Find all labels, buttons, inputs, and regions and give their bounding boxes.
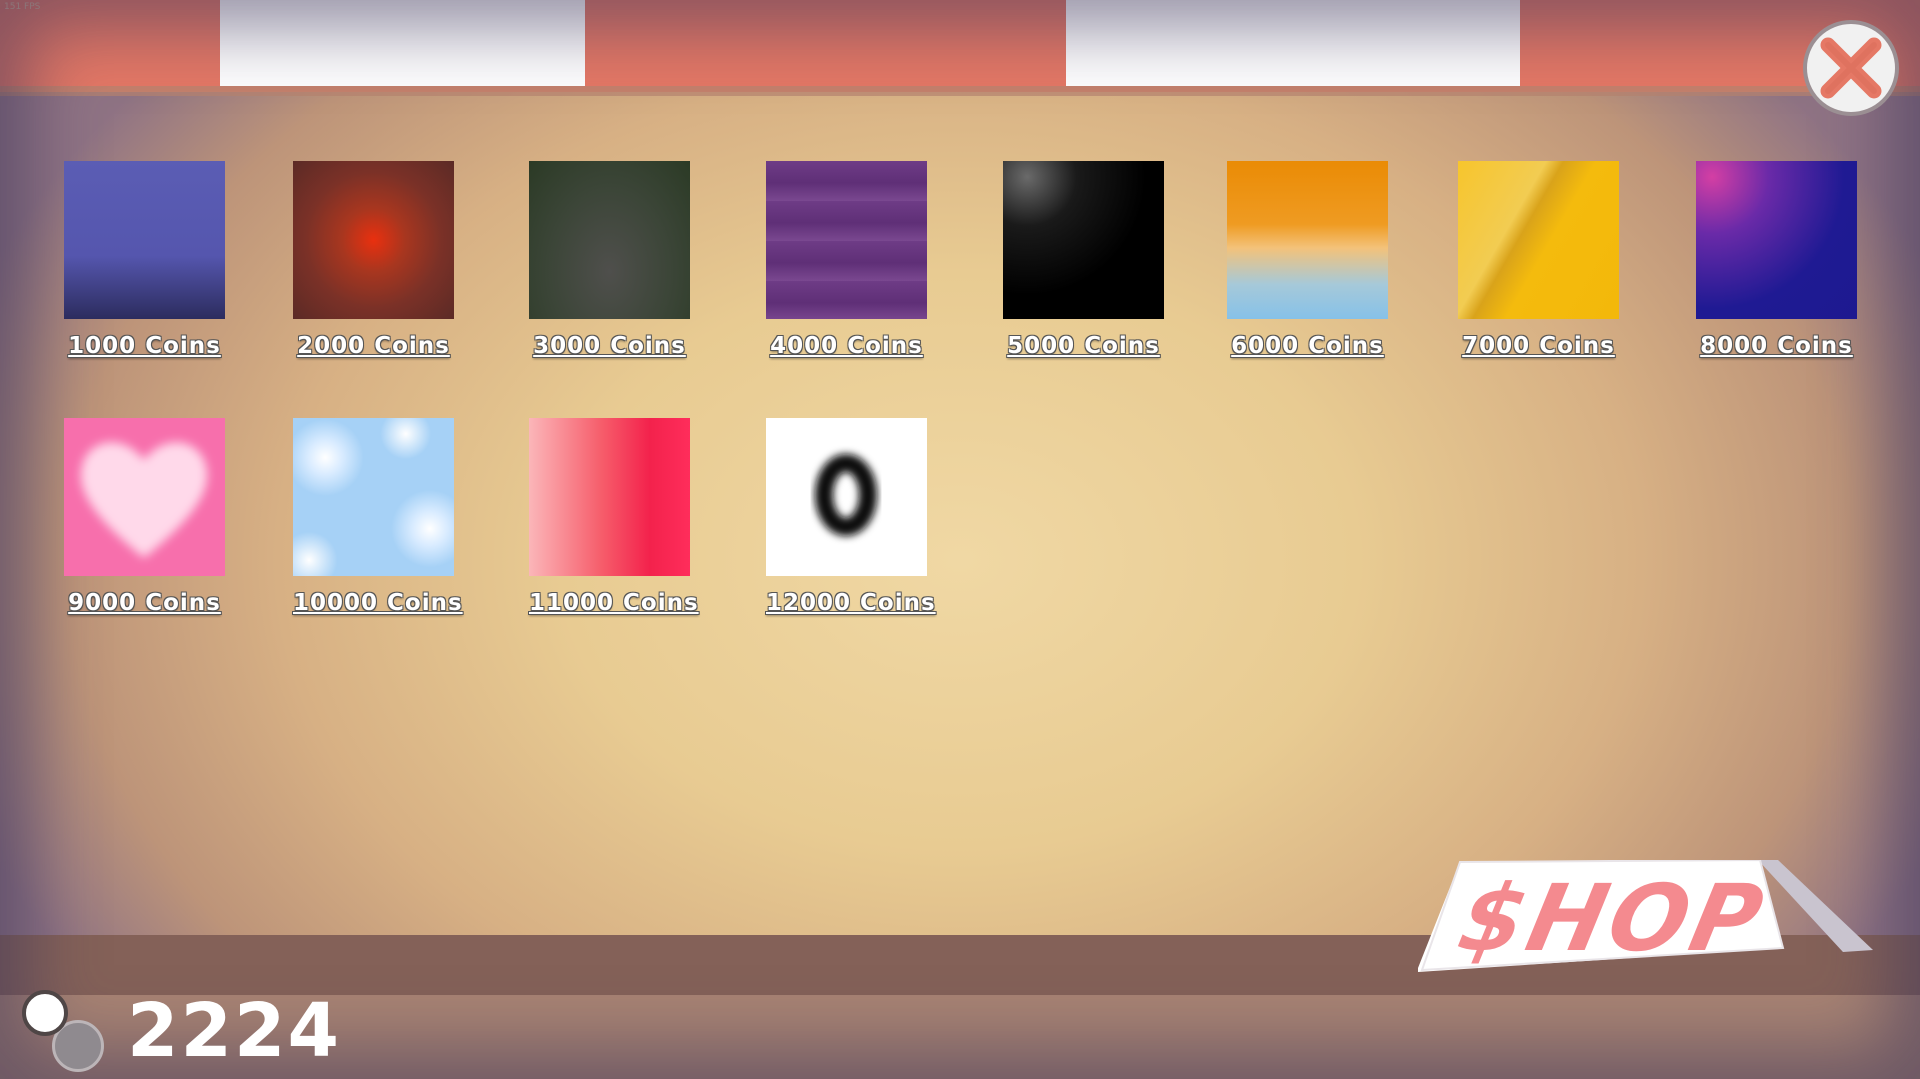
item-price-link[interactable]: 10000 Coins	[293, 590, 463, 616]
shop-item-5[interactable]: 5000 Coins	[1003, 161, 1164, 359]
shop-sign-label: $HOP	[1449, 865, 1776, 972]
shop-item-10[interactable]: 10000 Coins	[293, 418, 462, 616]
ring-icon	[815, 454, 877, 536]
item-price-link[interactable]: 12000 Coins	[766, 590, 936, 616]
shop-item-3[interactable]: 3000 Coins	[529, 161, 690, 359]
close-button[interactable]	[1803, 20, 1899, 116]
heart-icon	[80, 442, 208, 558]
shop-item-6[interactable]: 6000 Coins	[1227, 161, 1388, 359]
close-x-icon	[1820, 37, 1882, 99]
shop-item-1[interactable]: 1000 Coins	[64, 161, 225, 359]
coin-front-icon	[22, 990, 68, 1036]
skin-thumbnail[interactable]	[293, 161, 454, 319]
skin-thumbnail[interactable]	[1227, 161, 1388, 319]
skin-thumbnail[interactable]	[1003, 161, 1164, 319]
shop-scene: 151 FPS 1000 Coins 2000 Coins 3000 Coins…	[0, 0, 1920, 1079]
coin-count: 2224	[127, 988, 341, 1074]
skin-thumbnail[interactable]	[64, 161, 225, 319]
item-price-link[interactable]: 8000 Coins	[1700, 333, 1853, 359]
item-price-link[interactable]: 4000 Coins	[770, 333, 923, 359]
item-price-link[interactable]: 11000 Coins	[529, 590, 699, 616]
skin-thumbnail[interactable]	[293, 418, 454, 576]
item-price-link[interactable]: 6000 Coins	[1231, 333, 1384, 359]
skin-thumbnail[interactable]	[529, 161, 690, 319]
shop-item-4[interactable]: 4000 Coins	[766, 161, 927, 359]
coin-icon	[22, 990, 112, 1072]
item-price-link[interactable]: 5000 Coins	[1007, 333, 1160, 359]
skin-thumbnail[interactable]	[766, 161, 927, 319]
skin-thumbnail[interactable]	[529, 418, 690, 576]
skin-thumbnail[interactable]	[766, 418, 927, 576]
skin-thumbnail[interactable]	[1696, 161, 1857, 319]
skin-thumbnail[interactable]	[1458, 161, 1619, 319]
shop-item-8[interactable]: 8000 Coins	[1696, 161, 1857, 359]
item-price-link[interactable]: 3000 Coins	[533, 333, 686, 359]
item-price-link[interactable]: 9000 Coins	[68, 590, 221, 616]
shop-item-7[interactable]: 7000 Coins	[1458, 161, 1619, 359]
item-price-link[interactable]: 1000 Coins	[68, 333, 221, 359]
skin-thumbnail[interactable]	[64, 418, 225, 576]
item-price-link[interactable]: 7000 Coins	[1462, 333, 1615, 359]
shop-item-2[interactable]: 2000 Coins	[293, 161, 454, 359]
shop-item-9[interactable]: 9000 Coins	[64, 418, 225, 616]
item-price-link[interactable]: 2000 Coins	[297, 333, 450, 359]
shop-item-11[interactable]: 11000 Coins	[529, 418, 698, 616]
shop-item-12[interactable]: 12000 Coins	[766, 418, 935, 616]
